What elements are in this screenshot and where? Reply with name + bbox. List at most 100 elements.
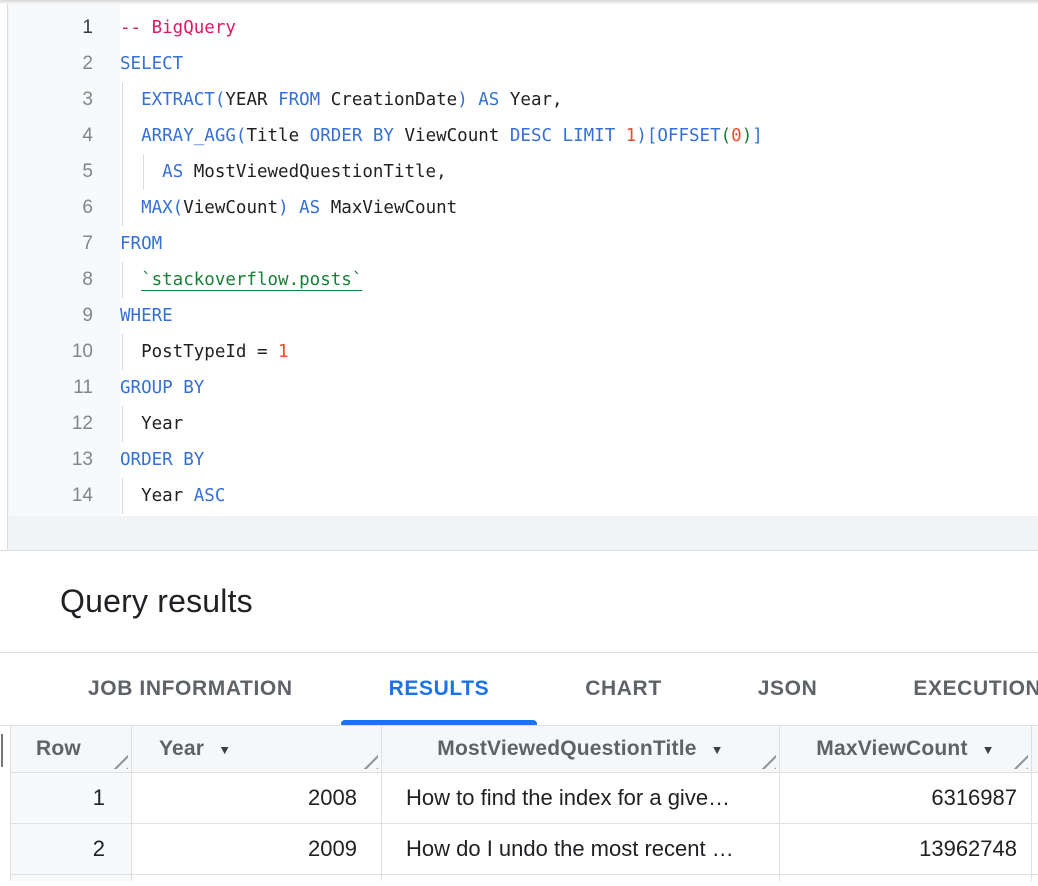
code-token: SELECT bbox=[120, 54, 183, 74]
code-token: -- BigQuery bbox=[120, 18, 236, 38]
table-header-row: RowYear▼MostViewedQuestionTitle▼MaxViewC… bbox=[11, 726, 1038, 773]
gutter-gap bbox=[93, 478, 120, 514]
code-line[interactable]: 13ORDER BY bbox=[9, 442, 1038, 478]
line-number: 11 bbox=[9, 370, 93, 406]
table-row-partial bbox=[11, 875, 1038, 881]
code-token: MAX( bbox=[141, 198, 183, 218]
line-number: 6 bbox=[9, 190, 93, 226]
code-token: 1 bbox=[626, 126, 637, 146]
column-header-label: Year bbox=[159, 737, 204, 761]
gutter-gap bbox=[93, 442, 120, 478]
sql-editor[interactable]: 1 -- BigQuery 2 SELECT 3 EXTRACT(YEAR FROM C… bbox=[9, 4, 1038, 516]
code-line[interactable]: 10 PostTypeId = 1 bbox=[9, 334, 1038, 370]
code-token bbox=[268, 90, 279, 110]
column-resize-handle[interactable] bbox=[112, 753, 128, 769]
code-token bbox=[615, 126, 626, 146]
line-number: 1 bbox=[9, 10, 93, 46]
tab-json[interactable]: JSON bbox=[710, 653, 866, 725]
code-token bbox=[120, 162, 162, 182]
tab-label: JSON bbox=[758, 677, 818, 701]
column-resize-handle[interactable] bbox=[760, 753, 776, 769]
tab-chart[interactable]: CHART bbox=[537, 653, 710, 725]
indent-guide-line bbox=[122, 190, 123, 226]
code-token: GROUP BY bbox=[120, 378, 204, 398]
code-text: AS MostViewedQuestionTitle, bbox=[120, 154, 447, 190]
tab-label: EXECUTION DETAILS bbox=[913, 677, 1038, 701]
code-token bbox=[120, 198, 141, 218]
table-cell: 2009 bbox=[132, 824, 382, 875]
code-token: WHERE bbox=[120, 306, 173, 326]
tab-job-information[interactable]: JOB INFORMATION bbox=[40, 653, 341, 725]
column-header-maxviewcount[interactable]: MaxViewCount▼ bbox=[780, 726, 1032, 772]
code-text: WHERE bbox=[120, 298, 173, 334]
sort-dropdown-icon[interactable]: ▼ bbox=[711, 742, 724, 756]
table-cell: How to find the index for a give… bbox=[382, 773, 780, 824]
table-cell: 13962748 bbox=[780, 824, 1032, 875]
table-row: 12008How to find the index for a give…63… bbox=[11, 773, 1038, 824]
page-title: Query results bbox=[60, 583, 253, 620]
code-line[interactable]: 2 SELECT bbox=[9, 46, 1038, 82]
code-token: ASC bbox=[194, 486, 226, 506]
tab-results[interactable]: RESULTS bbox=[341, 653, 538, 725]
code-line[interactable]: 1 -- BigQuery bbox=[9, 10, 1038, 46]
code-token: EXTRACT( bbox=[141, 90, 225, 110]
indent-guide-line bbox=[122, 262, 123, 298]
indent-guide-line bbox=[122, 82, 123, 118]
editor-left-rail bbox=[0, 4, 8, 550]
gutter-gap bbox=[93, 46, 120, 82]
gutter-gap bbox=[93, 118, 120, 154]
column-header-mostviewedquestiontitle[interactable]: MostViewedQuestionTitle▼ bbox=[382, 726, 780, 772]
code-token: FROM bbox=[278, 90, 320, 110]
gutter-gap bbox=[93, 334, 120, 370]
code-line[interactable]: 14 Year ASC bbox=[9, 478, 1038, 514]
code-token: `stackoverflow.posts` bbox=[141, 270, 362, 290]
line-number: 14 bbox=[9, 478, 93, 514]
code-token: MaxViewCount bbox=[320, 198, 457, 218]
code-text: SELECT bbox=[120, 46, 183, 82]
code-token: ARRAY_AGG( bbox=[141, 126, 246, 146]
code-token: )[OFFSET bbox=[636, 126, 720, 146]
code-line[interactable]: 11 GROUP BY bbox=[9, 370, 1038, 406]
table-cell bbox=[780, 875, 1032, 881]
table-cell-filler bbox=[1032, 875, 1038, 881]
results-tab-bar: JOB INFORMATION RESULTS CHART JSON EXECUTION… bbox=[0, 653, 1038, 725]
table-cell: 6316987 bbox=[780, 773, 1032, 824]
table-cell-filler bbox=[1032, 773, 1038, 824]
code-token: FROM bbox=[120, 234, 162, 254]
tab-execution-details[interactable]: EXECUTION DETAILS bbox=[865, 653, 1038, 725]
scrollbar-nub[interactable] bbox=[1, 734, 3, 767]
table-cell-filler bbox=[1032, 824, 1038, 875]
code-line[interactable]: 7FROM bbox=[9, 226, 1038, 262]
gutter-gap bbox=[93, 226, 120, 262]
column-header-year[interactable]: Year ▼ bbox=[132, 726, 382, 772]
table-cell: 1 bbox=[11, 773, 132, 824]
code-line[interactable]: 3 EXTRACT(YEAR FROM CreationDate) AS Yea… bbox=[9, 82, 1038, 118]
code-text: GROUP BY bbox=[120, 370, 204, 406]
code-line[interactable]: 5 AS MostViewedQuestionTitle, bbox=[9, 154, 1038, 190]
line-number: 8 bbox=[9, 262, 93, 298]
code-token: Year bbox=[141, 414, 183, 434]
column-header-label: Row bbox=[36, 737, 81, 761]
indent-guide-line bbox=[122, 154, 123, 190]
indent-guide-line bbox=[122, 478, 123, 514]
line-number: 10 bbox=[9, 334, 93, 370]
tab-label: RESULTS bbox=[389, 677, 490, 701]
table-body: 12008How to find the index for a give…63… bbox=[11, 773, 1038, 881]
code-line[interactable]: 8 `stackoverflow.posts` bbox=[9, 262, 1038, 298]
column-resize-handle[interactable] bbox=[1012, 753, 1028, 769]
code-line[interactable]: 6 MAX(ViewCount) AS MaxViewCount bbox=[9, 190, 1038, 226]
code-line[interactable]: 4 ARRAY_AGG(Title ORDER BY ViewCount DES… bbox=[9, 118, 1038, 154]
indent-guide-line bbox=[122, 118, 123, 154]
gutter-gap bbox=[93, 406, 120, 442]
table-cell bbox=[11, 875, 132, 881]
line-number: 13 bbox=[9, 442, 93, 478]
code-text: EXTRACT(YEAR FROM CreationDate) AS Year, bbox=[120, 82, 563, 118]
code-line[interactable]: 12 Year bbox=[9, 406, 1038, 442]
code-token: DESC LIMIT bbox=[510, 126, 615, 146]
line-number: 2 bbox=[9, 46, 93, 82]
column-resize-handle[interactable] bbox=[362, 753, 378, 769]
sort-dropdown-icon[interactable]: ▼ bbox=[982, 742, 995, 756]
code-line[interactable]: 9WHERE bbox=[9, 298, 1038, 334]
sort-dropdown-icon[interactable]: ▼ bbox=[218, 742, 231, 756]
code-token: ViewCount bbox=[183, 198, 278, 218]
